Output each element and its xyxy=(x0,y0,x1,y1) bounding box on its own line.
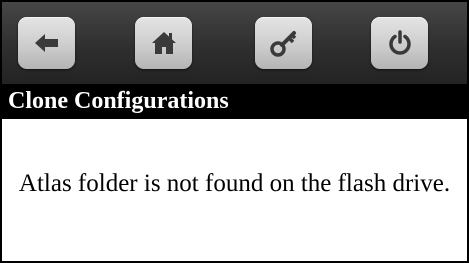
power-button[interactable] xyxy=(371,17,428,69)
key-button[interactable] xyxy=(255,17,312,69)
key-icon xyxy=(269,28,299,58)
device-screen: Clone Configurations Atlas folder is not… xyxy=(0,0,469,263)
home-icon xyxy=(149,28,179,58)
page-title: Clone Configurations xyxy=(2,84,467,119)
back-button[interactable] xyxy=(18,17,75,69)
arrow-left-icon xyxy=(32,28,62,58)
toolbar xyxy=(2,2,467,84)
home-button[interactable] xyxy=(135,17,192,69)
status-message: Atlas folder is not found on the flash d… xyxy=(18,170,451,197)
power-icon xyxy=(385,28,415,58)
